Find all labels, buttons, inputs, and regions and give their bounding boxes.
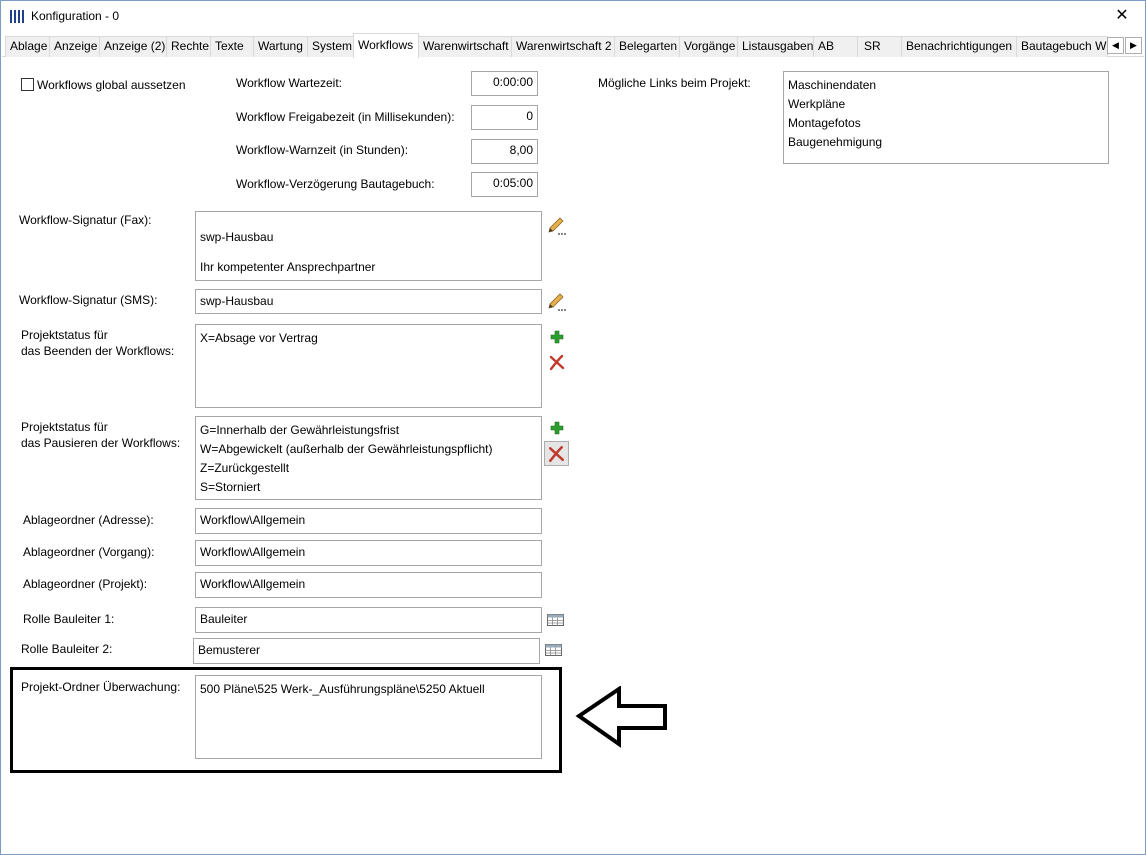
sig-sms-input[interactable]: swp-Hausbau <box>195 289 542 314</box>
role1-label: Rolle Bauleiter 1: <box>23 612 115 626</box>
role2-input[interactable]: Bemusterer <box>193 638 540 664</box>
release-time-label: Workflow Freigabezeit (in Millisekunden)… <box>236 110 455 124</box>
folder-address-input[interactable]: Workflow\Allgemein <box>195 508 542 534</box>
sig-fax-textarea[interactable]: swp-Hausbau Ihr kompetenter Ansprechpart… <box>195 211 542 281</box>
tab-bar: Ablage Anzeige Anzeige (2) Rechte Texte … <box>2 33 1144 58</box>
suspend-global-checkbox[interactable] <box>21 78 34 91</box>
delete-status-pause-icon[interactable] <box>544 441 569 466</box>
tab-scroll-left-icon[interactable]: ◀ <box>1107 37 1124 54</box>
sig-fax-line: Ihr kompetenter Ansprechpartner <box>200 260 376 274</box>
tab-vorgaenge[interactable]: Vorgänge <box>679 36 738 57</box>
edit-sms-signature-icon[interactable] <box>546 291 568 313</box>
title-bar: Konfiguration - 0 ✕ <box>1 1 1145 32</box>
tab-ablage[interactable]: Ablage <box>5 36 50 57</box>
edit-fax-signature-icon[interactable] <box>546 215 568 237</box>
tab-wartung[interactable]: Wartung <box>253 36 308 57</box>
monitor-folder-value: 500 Pläne\525 Werk-_Ausführungspläne\525… <box>200 682 485 696</box>
suspend-global-label: Workflows global aussetzen <box>37 78 186 92</box>
tab-bautagebuch[interactable]: Bautagebuch W <box>1016 36 1108 57</box>
wait-time-input[interactable]: 0:00:00 <box>471 71 538 96</box>
app-icon <box>10 10 24 23</box>
tab-system[interactable]: System <box>307 36 354 57</box>
status-pause-label-1: Projektstatus für <box>21 420 108 434</box>
tab-belegarten[interactable]: Belegarten <box>614 36 680 57</box>
tab-sr[interactable]: SR <box>857 36 902 57</box>
window-title: Konfiguration - 0 <box>31 9 120 23</box>
role2-table-icon[interactable] <box>543 639 565 661</box>
delay-diary-label: Workflow-Verzögerung Bautagebuch: <box>236 177 435 191</box>
links-list[interactable]: Maschinendaten Werkpläne Montagefotos Ba… <box>783 71 1109 164</box>
add-status-end-icon[interactable] <box>546 326 568 348</box>
role1-input[interactable]: Bauleiter <box>195 607 542 633</box>
list-item[interactable]: G=Innerhalb der Gewährleistungsfrist <box>200 421 541 440</box>
tab-scroll-right-icon[interactable]: ▶ <box>1125 37 1142 54</box>
folder-project-input[interactable]: Workflow\Allgemein <box>195 572 542 598</box>
list-item[interactable]: Baugenehmigung <box>788 133 1108 152</box>
list-item[interactable]: X=Absage vor Vertrag <box>200 329 541 348</box>
tab-ab[interactable]: AB <box>813 36 858 57</box>
list-item[interactable]: Montagefotos <box>788 114 1108 133</box>
close-icon[interactable]: ✕ <box>1099 1 1145 32</box>
status-pause-list[interactable]: G=Innerhalb der Gewährleistungsfrist W=A… <box>195 416 542 500</box>
list-item[interactable]: Maschinendaten <box>788 76 1108 95</box>
arrow-left-icon <box>575 686 667 748</box>
status-end-label-2: das Beenden der Workflows: <box>21 344 175 358</box>
folder-project-label: Ablageordner (Projekt): <box>23 577 148 591</box>
list-item[interactable]: Z=Zurückgestellt <box>200 459 541 478</box>
delete-status-end-icon[interactable] <box>546 351 568 373</box>
status-end-label-1: Projektstatus für <box>21 328 108 342</box>
tab-texte[interactable]: Texte <box>210 36 254 57</box>
tab-warenwirtschaft-2[interactable]: Warenwirtschaft 2 <box>511 36 615 57</box>
tab-workflows[interactable]: Workflows <box>353 33 419 58</box>
warn-time-input[interactable]: 8,00 <box>471 139 538 164</box>
list-item[interactable]: W=Abgewickelt (außerhalb der Gewährleist… <box>200 440 541 459</box>
role1-table-icon[interactable] <box>545 609 567 631</box>
workflows-panel: Workflows global aussetzen Workflow Wart… <box>1 58 1145 854</box>
links-label: Mögliche Links beim Projekt: <box>598 76 751 90</box>
folder-address-label: Ablageordner (Adresse): <box>23 513 154 527</box>
folder-process-input[interactable]: Workflow\Allgemein <box>195 540 542 566</box>
warn-time-label: Workflow-Warnzeit (in Stunden): <box>236 143 409 157</box>
status-pause-label-2: das Pausieren der Workflows: <box>21 436 181 450</box>
config-window: Konfiguration - 0 ✕ Ablage Anzeige Anzei… <box>0 0 1146 855</box>
sig-fax-line <box>200 214 541 228</box>
wait-time-label: Workflow Wartezeit: <box>236 76 343 90</box>
sig-sms-label: Workflow-Signatur (SMS): <box>19 293 158 307</box>
status-end-list[interactable]: X=Absage vor Vertrag <box>195 324 542 408</box>
sig-fax-line: swp-Hausbau <box>200 230 274 244</box>
sig-fax-label: Workflow-Signatur (Fax): <box>19 213 152 227</box>
tab-listausgaben[interactable]: Listausgaben <box>737 36 814 57</box>
tab-anzeige[interactable]: Anzeige <box>49 36 100 57</box>
list-item[interactable]: Werkpläne <box>788 95 1108 114</box>
tab-rechte[interactable]: Rechte <box>166 36 211 57</box>
tab-anzeige-2[interactable]: Anzeige (2) <box>99 36 167 57</box>
delay-diary-input[interactable]: 0:05:00 <box>471 172 538 197</box>
role2-label: Rolle Bauleiter 2: <box>21 642 113 656</box>
release-time-input[interactable]: 0 <box>471 105 538 130</box>
monitor-folder-textarea[interactable]: 500 Pläne\525 Werk-_Ausführungspläne\525… <box>195 675 542 759</box>
sig-fax-line <box>200 247 541 258</box>
tab-warenwirtschaft[interactable]: Warenwirtschaft <box>418 36 512 57</box>
tab-benachrichtigungen[interactable]: Benachrichtigungen <box>901 36 1017 57</box>
add-status-pause-icon[interactable] <box>546 417 568 439</box>
folder-process-label: Ablageordner (Vorgang): <box>23 545 155 559</box>
list-item[interactable]: S=Storniert <box>200 478 541 497</box>
monitor-folder-label: Projekt-Ordner Überwachung: <box>21 680 181 694</box>
